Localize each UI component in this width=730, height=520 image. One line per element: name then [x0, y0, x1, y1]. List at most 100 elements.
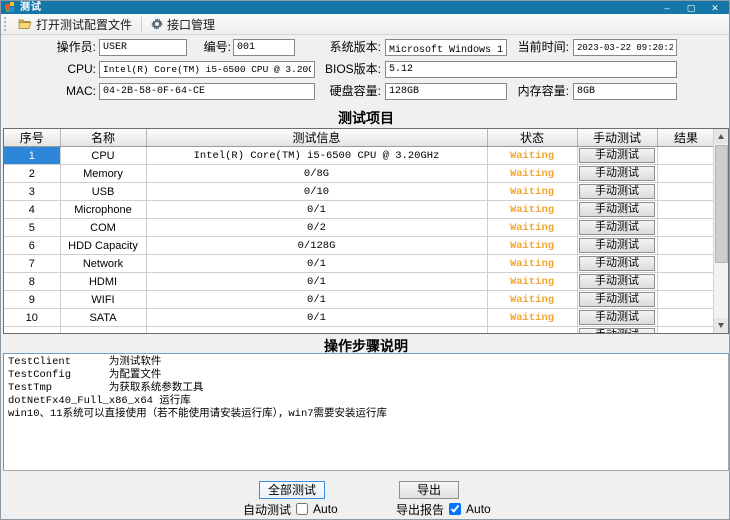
manual-test-button[interactable]: 手动测试: [579, 274, 655, 289]
auto-test-checkbox[interactable]: [296, 503, 308, 515]
table-row[interactable]: 1CPUIntel(R) Core(TM) i5-6500 CPU @ 3.20…: [4, 147, 715, 165]
manual-test-button[interactable]: 手动测试: [579, 256, 655, 271]
cell-name: Network: [60, 255, 146, 273]
interface-mgmt-button[interactable]: 接口管理: [145, 15, 221, 34]
cell-name: CPU: [60, 147, 146, 165]
time-input[interactable]: [573, 39, 677, 56]
export-report-checkbox-label: Auto: [466, 502, 491, 516]
manual-test-button[interactable]: 手动测试: [579, 238, 655, 253]
cell-no: 5: [4, 219, 60, 237]
table-row[interactable]: 5COM0/2Waiting手动测试: [4, 219, 715, 237]
col-header-status[interactable]: 状态: [487, 129, 577, 147]
cell-info: 0/1: [146, 273, 487, 291]
manual-test-button[interactable]: 手动测试: [579, 220, 655, 235]
cell-info: 0/1: [146, 201, 487, 219]
table-row[interactable]: 8HDMI0/1Waiting手动测试: [4, 273, 715, 291]
app-icon: [5, 2, 16, 13]
mac-label: MAC:: [41, 83, 96, 99]
cell-no: 3: [4, 183, 60, 201]
mac-input[interactable]: [99, 83, 315, 100]
table-row[interactable]: 3USB0/10Waiting手动测试: [4, 183, 715, 201]
cell-no: 7: [4, 255, 60, 273]
close-icon[interactable]: ✕: [709, 2, 721, 14]
operator-input[interactable]: [99, 39, 187, 56]
cell-no: 2: [4, 165, 60, 183]
scroll-up-icon[interactable]: [714, 129, 729, 144]
steps-text[interactable]: TestClient 为测试软件 TestConfig 为配置文件 TestTm…: [3, 353, 729, 471]
cell-status: Waiting: [487, 291, 577, 309]
cell-info: 0/1: [146, 291, 487, 309]
cell-name: WIFI: [60, 291, 146, 309]
cell-info: 0/2: [146, 219, 487, 237]
export-report-label: 导出报告: [396, 501, 444, 518]
export-report-checkbox[interactable]: [449, 503, 461, 515]
manual-test-button[interactable]: 手动测试: [579, 292, 655, 307]
table-row[interactable]: 4Microphone0/1Waiting手动测试: [4, 201, 715, 219]
cell-info: 0/1: [146, 255, 487, 273]
os-input[interactable]: [385, 39, 507, 56]
cell-manual: 手动测试: [577, 255, 657, 273]
test-all-button[interactable]: 全部测试: [259, 481, 325, 499]
cell-result: [657, 291, 715, 309]
minimize-icon[interactable]: –: [661, 2, 673, 14]
test-table: 序号 名称 测试信息 状态 手动测试 结果 1CPUIntel(R) Core(…: [3, 128, 729, 334]
open-config-button[interactable]: 打开测试配置文件: [12, 15, 138, 34]
scroll-down-icon[interactable]: [714, 318, 729, 333]
manual-test-button[interactable]: 手动测试: [579, 166, 655, 181]
table-row[interactable]: 9WIFI0/1Waiting手动测试: [4, 291, 715, 309]
cell-info: 0/8G: [146, 165, 487, 183]
id-input[interactable]: [233, 39, 295, 56]
cell-result: [657, 237, 715, 255]
time-label: 当前时间:: [509, 39, 569, 55]
toolbar-separator: [141, 17, 142, 31]
cell-status: Waiting: [487, 309, 577, 327]
scrollbar-thumb[interactable]: [715, 145, 728, 263]
cell-status: [487, 327, 577, 335]
cell-status: Waiting: [487, 165, 577, 183]
table-row[interactable]: 2Memory0/8GWaiting手动测试: [4, 165, 715, 183]
cell-status: Waiting: [487, 237, 577, 255]
ram-input[interactable]: [573, 83, 677, 100]
export-button[interactable]: 导出: [399, 481, 459, 499]
cell-result: [657, 255, 715, 273]
cpu-input[interactable]: [99, 61, 315, 78]
cell-name: HDD Capacity: [60, 237, 146, 255]
col-header-no[interactable]: 序号: [4, 129, 60, 147]
col-header-info[interactable]: 测试信息: [146, 129, 487, 147]
cell-status: Waiting: [487, 147, 577, 165]
cell-result: [657, 273, 715, 291]
cell-manual: 手动测试: [577, 201, 657, 219]
open-folder-icon: [18, 18, 32, 30]
manual-test-button[interactable]: 手动测试: [579, 184, 655, 199]
table-row[interactable]: 手动测试: [4, 327, 715, 335]
cell-result: [657, 219, 715, 237]
manual-test-button[interactable]: 手动测试: [579, 202, 655, 217]
maximize-icon[interactable]: ▢: [685, 2, 697, 14]
col-header-result[interactable]: 结果: [657, 129, 715, 147]
cell-manual: 手动测试: [577, 147, 657, 165]
cell-manual: 手动测试: [577, 327, 657, 335]
manual-test-button[interactable]: 手动测试: [579, 310, 655, 325]
table-header-row: 序号 名称 测试信息 状态 手动测试 结果: [4, 129, 715, 147]
table-scrollbar[interactable]: [713, 129, 728, 333]
bios-label: BIOS版本:: [321, 61, 381, 77]
col-header-manual[interactable]: 手动测试: [577, 129, 657, 147]
cell-manual: 手动测试: [577, 219, 657, 237]
col-header-name[interactable]: 名称: [60, 129, 146, 147]
manual-test-button[interactable]: 手动测试: [579, 328, 655, 334]
table-row[interactable]: 7Network0/1Waiting手动测试: [4, 255, 715, 273]
table-row[interactable]: 6HDD Capacity0/128GWaiting手动测试: [4, 237, 715, 255]
auto-test-checkbox-label: Auto: [313, 502, 338, 516]
hdd-input[interactable]: [385, 83, 507, 100]
bios-input[interactable]: [385, 61, 677, 78]
toolbar: 打开测试配置文件 接口管理: [1, 14, 730, 35]
cell-result: [657, 201, 715, 219]
cell-info: 0/128G: [146, 237, 487, 255]
cell-name: COM: [60, 219, 146, 237]
cell-no: 8: [4, 273, 60, 291]
ram-label: 内存容量:: [509, 83, 569, 99]
manual-test-button[interactable]: 手动测试: [579, 148, 655, 163]
test-table-body: 1CPUIntel(R) Core(TM) i5-6500 CPU @ 3.20…: [4, 147, 715, 335]
table-row[interactable]: 10SATA0/1Waiting手动测试: [4, 309, 715, 327]
cell-info: [146, 327, 487, 335]
